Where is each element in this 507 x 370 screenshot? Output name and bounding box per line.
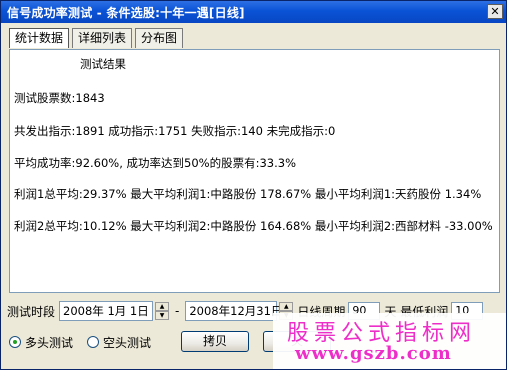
watermark-url: www.gszb.com [295, 343, 452, 364]
short-test-radio[interactable] [87, 336, 100, 348]
spin-down-icon[interactable]: ▼ [155, 311, 170, 320]
tab-statistics[interactable]: 统计数据 [9, 28, 70, 48]
close-button[interactable]: ✕ [487, 4, 503, 19]
result-line-stock-count: 测试股票数:1843 [14, 91, 105, 105]
tab-distribution[interactable]: 分布图 [135, 28, 184, 48]
start-date-value: 2008年 1月 1日 [63, 304, 149, 318]
long-test-label[interactable]: 多头测试 [25, 334, 73, 351]
tab-strip: 统计数据 详细列表 分布图 [9, 28, 184, 48]
mode-row: 多头测试 空头测试 [9, 333, 151, 351]
result-line-success-rate: 平均成功率:92.60%, 成功率达到50%的股票有:33.3% [14, 156, 297, 170]
tab-detail-list[interactable]: 详细列表 [72, 28, 133, 48]
short-test-label[interactable]: 空头测试 [103, 334, 151, 351]
end-date-value: 2008年12月31日 [189, 304, 283, 318]
spin-up-icon[interactable]: ▲ [279, 302, 294, 311]
title-bar[interactable]: 信号成功率测试 - 条件选股:十年一遇[日线] ✕ [1, 1, 506, 23]
period-label: 测试时段 [7, 304, 56, 319]
start-date-spinner[interactable]: ▲ ▼ [155, 302, 170, 320]
start-date-picker[interactable]: 2008年 1月 1日 [59, 301, 154, 321]
watermark: 股票公式指标网 www.gszb.com [273, 313, 506, 369]
end-date-picker[interactable]: 2008年12月31日 [185, 301, 282, 321]
results-panel: 测试结果 测试股票数:1843 共发出指示:1891 成功指示:1751 失败指… [9, 49, 500, 293]
copy-button[interactable]: 拷贝 [181, 331, 249, 352]
result-line-profit2: 利润2总平均:10.12% 最大平均利润2:中路股份 164.68% 最小平均利… [14, 219, 493, 233]
long-test-radio[interactable] [9, 336, 21, 348]
window-title: 信号成功率测试 - 条件选股:十年一遇[日线] [7, 5, 245, 20]
period-separator: - [175, 304, 180, 318]
main-window: 信号成功率测试 - 条件选股:十年一遇[日线] ✕ 统计数据 详细列表 分布图 … [0, 0, 507, 370]
result-line-signals: 共发出指示:1891 成功指示:1751 失败指示:140 未完成指示:0 [14, 124, 336, 138]
spin-up-icon[interactable]: ▲ [155, 302, 170, 311]
result-line-profit1: 利润1总平均:29.37% 最大平均利润1:中路股份 178.67% 最小平均利… [14, 187, 482, 201]
results-heading: 测试结果 [80, 57, 126, 71]
